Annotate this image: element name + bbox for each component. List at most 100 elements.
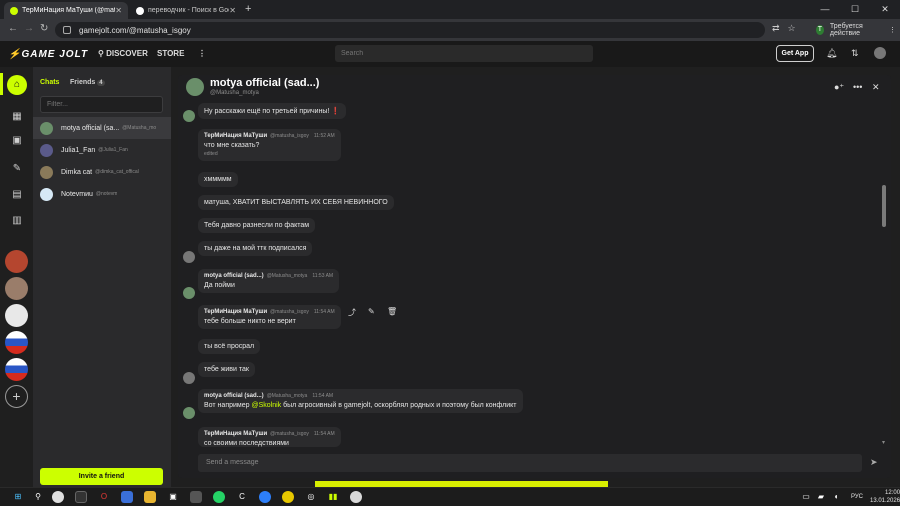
windows-start-icon[interactable]: ⊞: [12, 491, 24, 503]
app-icon[interactable]: ◎: [305, 491, 317, 503]
translate-icon[interactable]: ⇄: [772, 23, 780, 34]
message-author[interactable]: ТерМиНация МаТуши: [204, 133, 267, 139]
message-scrollbar[interactable]: [882, 185, 886, 227]
delete-icon[interactable]: 🗑︎: [387, 307, 397, 316]
chat-avatar[interactable]: [186, 78, 204, 96]
close-tab-icon[interactable]: ✕: [115, 6, 122, 15]
chat-item[interactable]: Notevmиu @notevm: [33, 183, 171, 205]
browser-tab-google[interactable]: переводчик - Поиск в Google ✕: [130, 2, 242, 19]
app-icon[interactable]: [259, 491, 271, 503]
discover-link[interactable]: ⚲ DISCOVER: [98, 49, 148, 58]
gamejolt-header: ⚡GAME JOLT ⚲ DISCOVER STORE ⋮ Get App 🔔︎…: [0, 41, 900, 67]
opera-icon[interactable]: O: [98, 491, 110, 503]
file-explorer-icon[interactable]: [144, 491, 156, 503]
friends-count-badge: 4: [97, 80, 105, 86]
search-icon[interactable]: ⚲: [32, 491, 44, 503]
store-icon[interactable]: ▦: [7, 107, 27, 127]
message-author[interactable]: ТерМиНация МаТуши: [204, 431, 267, 437]
avatar[interactable]: [183, 251, 195, 263]
realms-icon[interactable]: ▥: [7, 211, 27, 231]
scroll-down-icon[interactable]: ▾: [882, 439, 885, 446]
profile-required-action[interactable]: T Требуется действие ⋮: [812, 22, 900, 38]
site-search-input[interactable]: [335, 45, 593, 62]
minimize-icon[interactable]: —: [810, 0, 840, 19]
new-tab-icon[interactable]: +: [245, 3, 251, 15]
chat-item[interactable]: motya official (sa... @Matusha_mo: [33, 117, 171, 139]
chat-filter-input[interactable]: [40, 96, 163, 113]
chat-item[interactable]: Dimka cat @dimka_cat_offical: [33, 161, 171, 183]
tray-icon[interactable]: ▭: [800, 491, 812, 503]
app-icon[interactable]: ▣: [167, 491, 179, 503]
chrome-icon[interactable]: [52, 491, 64, 503]
message-text-content: Ну расскажи ещё по третьей причины!: [204, 108, 330, 115]
reply-icon[interactable]: ⤴: [348, 307, 356, 318]
user-avatar[interactable]: [874, 47, 886, 59]
address-bar[interactable]: gamejolt.com/@matusha_isgoy: [55, 22, 765, 38]
reload-icon[interactable]: ↻: [40, 23, 48, 34]
community-avatar[interactable]: [5, 358, 28, 381]
message-bubble: тебе живи так: [198, 362, 255, 377]
message-author[interactable]: motya official (sad...): [204, 273, 264, 279]
community-avatar[interactable]: [5, 304, 28, 327]
send-icon[interactable]: ➤: [870, 457, 878, 468]
community-avatar[interactable]: [5, 331, 28, 354]
inventory-icon[interactable]: ▣: [7, 131, 27, 151]
browser-menu-icon[interactable]: ⋮: [889, 26, 896, 34]
home-icon[interactable]: ⌂: [7, 75, 27, 95]
message-header: motya official (sad...) @Matusha_motya 11:…: [204, 273, 333, 279]
store-link[interactable]: STORE: [157, 49, 184, 58]
more-menu-icon[interactable]: ⋮: [198, 49, 206, 58]
volume-icon[interactable]: ◖: [830, 491, 842, 503]
bookmark-star-icon[interactable]: ☆: [788, 23, 796, 34]
chat-title[interactable]: motya official (sad...): [210, 77, 319, 89]
chat-item[interactable]: Julia1_Fan @Julia1_Fan: [33, 139, 171, 161]
message-author[interactable]: motya official (sad...): [204, 393, 264, 399]
message-text: со своими последствиями: [204, 440, 289, 447]
avatar[interactable]: [183, 372, 195, 384]
forward-icon[interactable]: →: [24, 23, 34, 34]
message-author[interactable]: ТерМиНация МаТуши: [204, 309, 267, 315]
gamejolt-favicon-icon: [10, 6, 18, 15]
message-text-content: Вот например: [204, 402, 252, 409]
user-mention-link[interactable]: @Skolnik: [251, 402, 281, 409]
edit-icon[interactable]: ✎: [368, 307, 375, 316]
app-icon[interactable]: [282, 491, 294, 503]
message-header: ТерМиНация МаТуши @matusha_isgoy 11:54 AM: [204, 309, 335, 315]
notifications-bell-icon[interactable]: 🔔︎: [826, 48, 837, 59]
avatar[interactable]: [183, 407, 195, 419]
close-chat-icon[interactable]: ✕: [872, 82, 880, 93]
quests-icon[interactable]: ✎: [7, 159, 27, 179]
add-member-icon[interactable]: ●⁺: [834, 82, 844, 93]
get-app-button[interactable]: Get App: [776, 45, 814, 62]
input-language[interactable]: РУС: [851, 494, 863, 500]
message-time: 11:54 AM: [312, 393, 334, 399]
community-avatar[interactable]: [5, 277, 28, 300]
avatar[interactable]: [183, 287, 195, 299]
community-avatar[interactable]: [5, 250, 28, 273]
tab-chats[interactable]: Chats: [40, 79, 59, 86]
chrome-active-icon[interactable]: [350, 491, 362, 503]
friends-activity-icon[interactable]: ⇅: [851, 48, 859, 59]
app-icon[interactable]: ▮▮: [327, 491, 339, 503]
maximize-icon[interactable]: ☐: [840, 0, 870, 19]
library-icon[interactable]: ▤: [7, 185, 27, 205]
network-icon[interactable]: ▰: [815, 491, 827, 503]
close-window-icon[interactable]: ✕: [870, 0, 900, 19]
close-tab-icon[interactable]: ✕: [229, 6, 236, 15]
add-community-icon[interactable]: +: [5, 385, 28, 408]
message-input[interactable]: Send a message: [198, 454, 862, 472]
site-info-icon[interactable]: [63, 26, 71, 34]
system-clock[interactable]: 12:00 13.01.2026: [870, 489, 900, 505]
tab-friends[interactable]: Friends 4: [70, 79, 105, 86]
mail-icon[interactable]: [121, 491, 133, 503]
whatsapp-icon[interactable]: [213, 491, 225, 503]
chat-options-icon[interactable]: •••: [853, 82, 862, 92]
back-icon[interactable]: ←: [8, 23, 18, 34]
avatar[interactable]: [183, 110, 195, 122]
app-icon[interactable]: [190, 491, 202, 503]
app-icon[interactable]: C: [236, 491, 248, 503]
invite-friend-button[interactable]: Invite a friend: [40, 468, 163, 485]
gamejolt-logo[interactable]: ⚡GAME JOLT: [8, 49, 88, 60]
terminal-icon[interactable]: [75, 491, 87, 503]
browser-tab-gamejolt[interactable]: ТерМиНация МаТуши (@matusha_ ✕: [4, 2, 128, 19]
